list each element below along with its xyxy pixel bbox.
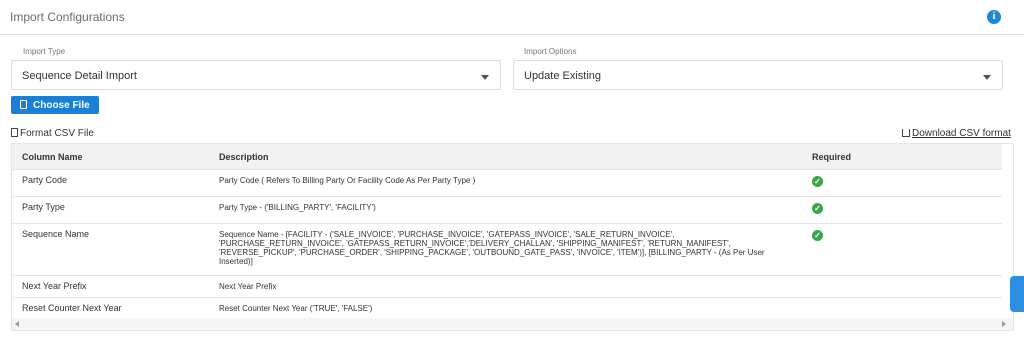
- import-options-select[interactable]: Update Existing: [513, 60, 1003, 90]
- scroll-right-icon[interactable]: [1002, 321, 1006, 327]
- column-name-cell: Party Code: [12, 169, 209, 197]
- table-header-row: Column Name Description Required: [12, 144, 1002, 170]
- description-cell: Party Type - ('BILLING_PARTY', 'FACILITY…: [209, 196, 802, 224]
- check-circle-icon: ✓: [812, 176, 823, 187]
- description-cell: Sequence Name - [FACILITY - ('SALE_INVOI…: [209, 223, 802, 276]
- download-icon: [902, 129, 910, 137]
- table-row: Next Year Prefix Next Year Prefix: [12, 275, 1002, 298]
- import-options-value: Update Existing: [524, 70, 602, 82]
- column-header: Required: [802, 144, 1002, 170]
- import-type-select[interactable]: Sequence Detail Import: [11, 60, 501, 90]
- side-help-widget[interactable]: [1010, 276, 1024, 312]
- info-icon[interactable]: i: [987, 10, 1001, 24]
- table-row: Party Code Party Code ( Refers To Billin…: [12, 169, 1002, 197]
- download-csv-link[interactable]: Download CSV format: [902, 128, 1011, 139]
- description-cell: Next Year Prefix: [209, 275, 802, 298]
- required-cell: ✓: [802, 169, 1002, 197]
- choose-file-label: Choose File: [33, 100, 90, 111]
- chevron-down-icon: [983, 75, 991, 80]
- choose-file-button[interactable]: Choose File: [11, 96, 99, 114]
- scroll-left-icon[interactable]: [15, 321, 19, 327]
- description-cell: Party Code ( Refers To Billing Party Or …: [209, 169, 802, 197]
- column-name-cell: Next Year Prefix: [12, 275, 209, 298]
- check-circle-icon: ✓: [812, 230, 823, 241]
- page-header: Import Configurations i: [0, 0, 1024, 35]
- required-cell: [802, 275, 1002, 298]
- document-icon: [11, 128, 18, 137]
- check-circle-icon: ✓: [812, 203, 823, 214]
- column-header: Column Name: [12, 144, 209, 170]
- description-cell: Reset Counter Next Year ('TRUE', 'FALSE'…: [209, 297, 802, 320]
- column-header: Description: [209, 144, 802, 170]
- import-options-label: Import Options: [524, 47, 577, 56]
- required-cell: [802, 297, 1002, 320]
- table-row: Party Type Party Type - ('BILLING_PARTY'…: [12, 196, 1002, 224]
- column-name-cell: Party Type: [12, 196, 209, 224]
- chevron-down-icon: [481, 75, 489, 80]
- column-name-cell: Sequence Name: [12, 223, 209, 276]
- file-icon: [20, 100, 27, 109]
- format-csv-label: Format CSV File: [20, 128, 94, 139]
- horizontal-scrollbar[interactable]: [12, 318, 1013, 330]
- table-row: Reset Counter Next Year Reset Counter Ne…: [12, 297, 1002, 320]
- required-cell: ✓: [802, 196, 1002, 224]
- import-type-label: Import Type: [23, 47, 66, 56]
- required-cell: ✓: [802, 223, 1002, 276]
- page-title: Import Configurations: [10, 10, 125, 24]
- import-type-value: Sequence Detail Import: [22, 70, 137, 82]
- csv-format-table: Column Name Description Required Party C…: [11, 143, 1014, 331]
- column-name-cell: Reset Counter Next Year: [12, 297, 209, 320]
- download-csv-label: Download CSV format: [912, 128, 1011, 139]
- table-row: Sequence Name Sequence Name - [FACILITY …: [12, 223, 1002, 276]
- format-csv-link[interactable]: Format CSV File: [11, 128, 94, 139]
